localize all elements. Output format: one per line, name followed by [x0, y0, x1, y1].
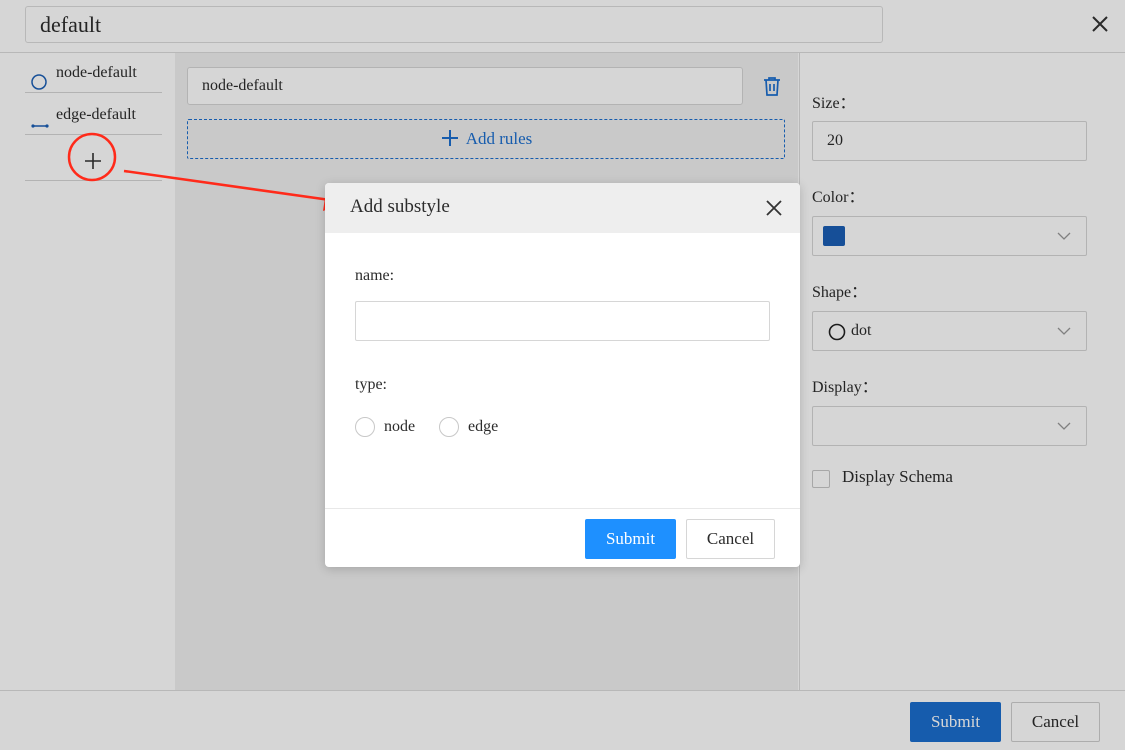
- dialog-submit-button[interactable]: Submit: [585, 519, 676, 559]
- dialog-header: Add substyle: [325, 183, 800, 233]
- type-label: type:: [355, 376, 387, 393]
- dialog-title: Add substyle: [350, 196, 450, 217]
- dialog-cancel-button[interactable]: Cancel: [686, 519, 775, 559]
- close-icon[interactable]: [763, 197, 785, 219]
- name-label: name:: [355, 267, 395, 284]
- dialog-footer: Submit Cancel: [325, 508, 800, 567]
- radio-label: edge: [468, 418, 499, 435]
- radio-circle[interactable]: [439, 417, 459, 437]
- add-substyle-dialog: Add substyle name: type: node edge Submi…: [325, 183, 800, 567]
- radio-label: node: [384, 418, 416, 435]
- radio-circle[interactable]: [355, 417, 375, 437]
- name-input[interactable]: [355, 301, 770, 341]
